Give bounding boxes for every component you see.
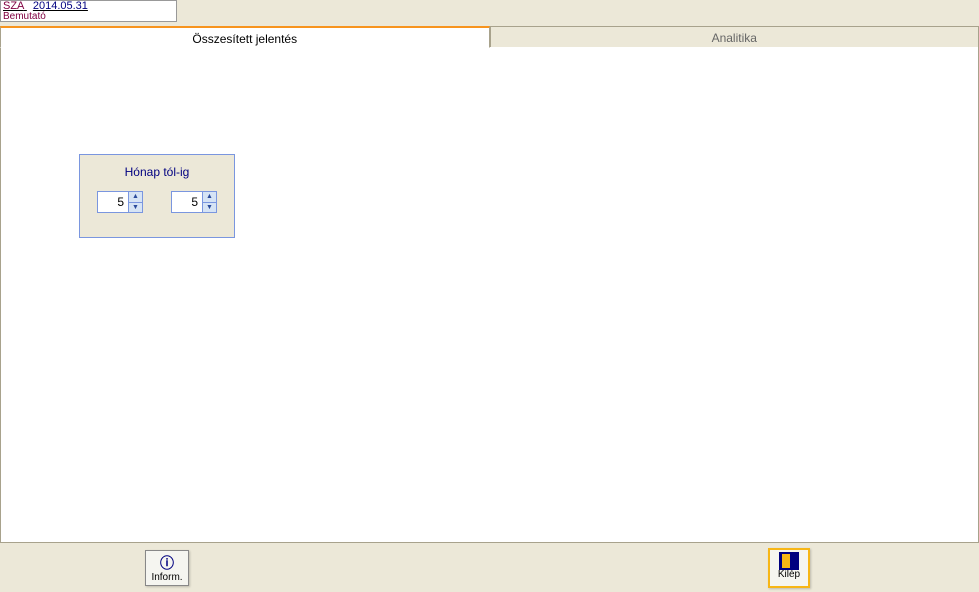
bottom-toolbar: ⓘ Inform. Kilép [0, 543, 979, 592]
month-from-spinner[interactable]: ▲ ▼ [97, 191, 143, 213]
month-to-down[interactable]: ▼ [202, 203, 216, 213]
door-icon [779, 552, 799, 570]
month-to-spinner[interactable]: ▲ ▼ [171, 191, 217, 213]
month-range-title: Hónap tól-ig [80, 165, 234, 179]
inform-label: Inform. [146, 573, 188, 583]
month-from-up[interactable]: ▲ [128, 192, 142, 203]
month-range-panel: Hónap tól-ig ▲ ▼ ▲ ▼ [79, 154, 235, 238]
month-to-up[interactable]: ▲ [202, 192, 216, 203]
tab-content-area: Hónap tól-ig ▲ ▼ ▲ ▼ [0, 47, 979, 543]
exit-label: Kilép [770, 570, 808, 580]
info-icon: ⓘ [146, 553, 188, 573]
tab-summary[interactable]: Összesített jelentés [0, 26, 490, 48]
month-from-down[interactable]: ▼ [128, 203, 142, 213]
month-to-input[interactable] [172, 192, 202, 212]
exit-button[interactable]: Kilép [768, 548, 810, 588]
header-subtitle: Bemutató [3, 12, 174, 22]
header-info-box: SZA 2014.05.31 Bemutató [0, 0, 177, 22]
month-from-input[interactable] [98, 192, 128, 212]
tab-bar: Összesített jelentés Analitika [0, 26, 979, 48]
inform-button[interactable]: ⓘ Inform. [145, 550, 189, 586]
tab-analytics[interactable]: Analitika [490, 26, 979, 48]
